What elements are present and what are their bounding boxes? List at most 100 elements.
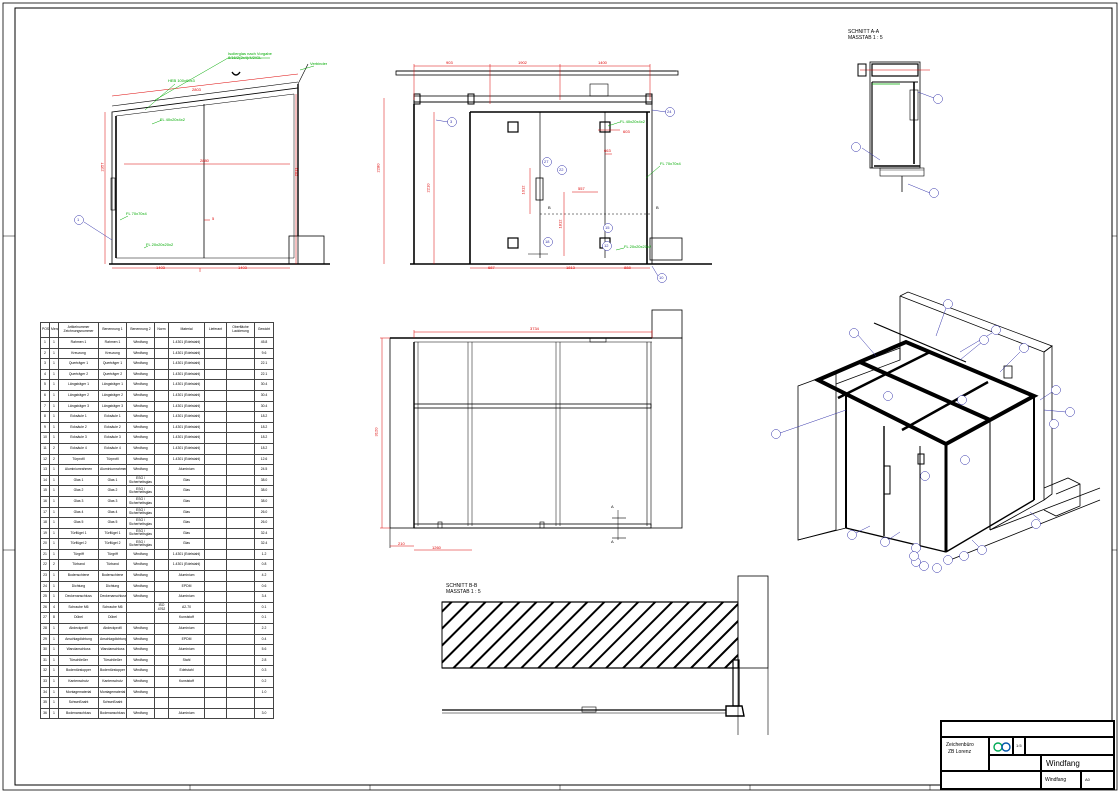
title-cell: Windfang — [1041, 755, 1114, 771]
table-cell — [226, 368, 255, 381]
table-cell: 1 — [49, 464, 59, 476]
table-cell: Wandanschluss — [58, 644, 99, 656]
table-cell — [154, 432, 169, 444]
table-cell: 1.4301 (Edelstahl) — [168, 453, 205, 466]
table-cell: Windfang — [126, 591, 155, 603]
table-cell — [204, 421, 227, 434]
table-cell: 1.2 — [254, 548, 274, 561]
plan-marker-a-bottom: A — [611, 539, 614, 544]
table-cell — [226, 570, 255, 582]
table-row: 21 1 Türgriff Türgriff Windfang 1.4301 (Edels… — [40, 548, 274, 561]
column-header: POS — [40, 322, 50, 338]
parts-table-header: POSMengeArtikelnummer ZeichnungsnummerBe… — [40, 322, 274, 338]
table-cell — [154, 612, 169, 625]
table-cell — [254, 697, 274, 709]
company-cell: Zeichenbüro ZB Lorenz — [941, 737, 989, 771]
table-cell: Abdeckprofil — [58, 623, 99, 635]
elevation-view — [395, 70, 712, 265]
elev-callout-bottom: FL 20x20x20x2 — [624, 244, 652, 249]
table-row: 23 1 Bodenschiene Bodenschiene Windfang Alumi… — [40, 570, 274, 582]
table-cell — [226, 686, 255, 699]
table-cell: 1 — [49, 623, 59, 635]
plan-dim-bottom: 1260 — [432, 545, 441, 550]
table-cell: Glas 1 — [98, 474, 127, 487]
table-cell — [226, 464, 255, 476]
notes-cell — [1025, 737, 1114, 755]
table-cell: 1 — [49, 707, 59, 720]
table-cell: 1.4301 (Edelstahl) — [168, 379, 205, 391]
table-cell: Kantenschutz — [98, 676, 127, 688]
table-cell: Windfang — [126, 432, 155, 444]
table-cell: Ecksäule 4 — [58, 442, 99, 455]
table-row: 13 1 Aluminiumrahmen Aluminiumrahmen Windfan… — [40, 464, 274, 476]
table-cell — [154, 633, 169, 646]
table-cell: Glas — [168, 485, 205, 497]
table-cell: Querträger 1 — [98, 358, 127, 370]
table-cell: Türflügel 1 — [98, 527, 127, 540]
table-row: 14 1 Glas 1 Glas 1 ESG / Sicherheitsglas Glas… — [40, 474, 274, 487]
table-cell: 1 — [49, 347, 59, 360]
table-cell: ESG / Sicherheitsglas — [126, 517, 155, 529]
table-cell — [204, 389, 227, 402]
table-cell: Ecksäule 3 — [98, 432, 127, 444]
table-cell: Windfang — [126, 644, 155, 656]
table-cell — [154, 707, 169, 720]
table-cell: 18.2 — [254, 421, 274, 434]
table-cell — [154, 527, 169, 540]
table-cell: Anschlagdichtung — [58, 633, 99, 646]
table-cell: 1 — [49, 506, 59, 519]
table-cell: Aluminiumrahmen — [98, 464, 127, 476]
table-cell: 1 — [49, 411, 59, 423]
table-cell: Montagematerial — [58, 686, 99, 699]
table-cell: ESG / Sicherheitsglas — [126, 485, 155, 497]
table-cell — [168, 697, 205, 709]
table-cell: Edelstahl — [168, 665, 205, 677]
table-cell: Anschlagdichtung — [98, 633, 127, 646]
table-cell: 36 — [40, 707, 50, 720]
isometric-view-markers — [771, 299, 1075, 573]
table-cell: 7 — [40, 400, 50, 413]
column-header: Menge — [49, 322, 59, 338]
table-cell — [204, 676, 227, 688]
table-cell — [154, 485, 169, 497]
column-header: Norm — [154, 322, 169, 338]
table-cell: 1 — [49, 485, 59, 497]
elev-dim-bottom-c: 888 — [624, 265, 631, 270]
table-cell: 5 — [40, 379, 50, 391]
table-row: 24 1 Dichtung Dichtung Windfang EPDM 0.6 — [40, 580, 274, 593]
table-cell: Querträger 1 — [58, 358, 99, 370]
table-row: 33 1 Kantenschutz Kantenschutz Windfang Kunst… — [40, 676, 274, 688]
front-callout-bottom: FL 20x20x20x2 — [146, 242, 174, 247]
elev-dim-door-w: 557 — [578, 186, 585, 191]
table-row: 30 1 Wandanschluss Wandanschluss Windfang Alu… — [40, 644, 274, 656]
table-cell: Windfang — [126, 421, 155, 434]
table-cell: 1 — [49, 517, 59, 529]
table-cell: Glas — [168, 538, 205, 550]
table-cell: 32.4 — [254, 527, 274, 540]
table-cell: Rahmen 1 — [58, 337, 99, 349]
table-cell: 1 — [49, 591, 59, 603]
table-cell: Glas — [168, 495, 205, 508]
table-cell: 1.4301 (Edelstahl) — [168, 559, 205, 572]
front-dim-right: 2611 — [293, 167, 299, 177]
table-cell — [154, 495, 169, 508]
table-row: 18 1 Glas 5 Glas 5 ESG / Sicherheitsglas Glas… — [40, 517, 274, 529]
elev-marker-c3: 27 — [544, 159, 549, 164]
table-cell — [126, 612, 155, 625]
table-cell — [126, 697, 155, 709]
table-cell: 1.4301 (Edelstahl) — [168, 548, 205, 561]
table-cell — [226, 633, 255, 646]
plan-dim-depth: 3120 — [373, 427, 379, 437]
table-cell — [226, 358, 255, 370]
table-cell — [204, 686, 227, 699]
table-cell: 0.1 — [254, 612, 274, 625]
table-cell — [204, 442, 227, 455]
table-cell: Montagematerial — [98, 686, 127, 699]
table-cell: Querträger 2 — [58, 368, 99, 381]
table-cell — [154, 697, 169, 709]
table-cell: 14 — [40, 474, 50, 487]
table-cell — [154, 421, 169, 434]
front-dim-bottom-b: 1403 — [238, 265, 247, 270]
table-cell: 31 — [40, 654, 50, 667]
table-cell: ESG / Sicherheitsglas — [126, 474, 155, 487]
